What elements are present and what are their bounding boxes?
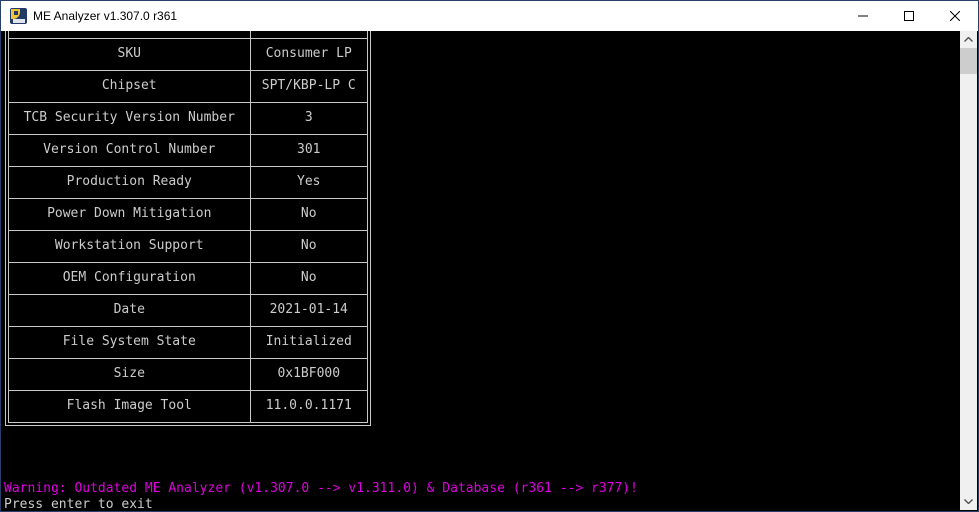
firmware-info-table: SKU Consumer LP Chipset SPT/KBP-LP C TCB Sec… (5, 31, 371, 426)
app-window: ME Analyzer v1.307.0 r361 SKU Consumer L… (0, 0, 979, 512)
table-row: Workstation Support No (9, 229, 367, 263)
table-cell-value: 0x1BF000 (249, 357, 367, 391)
table-cell-label: Workstation Support (9, 229, 251, 263)
table-cell-value: No (249, 229, 367, 263)
console-output: SKU Consumer LP Chipset SPT/KBP-LP C TCB Sec… (2, 31, 960, 510)
maximize-button[interactable] (886, 1, 932, 31)
table-cell-value (249, 31, 367, 39)
table-cell-label: Size (9, 357, 251, 391)
table-row-partial (9, 31, 367, 39)
title-bar: ME Analyzer v1.307.0 r361 (1, 1, 978, 31)
chevron-up-icon (964, 37, 973, 42)
minimize-button[interactable] (840, 1, 886, 31)
table-cell-label: OEM Configuration (9, 261, 251, 295)
table-row: OEM Configuration No (9, 261, 367, 295)
table-row: SKU Consumer LP (9, 37, 367, 71)
table-cell-value: Consumer LP (249, 37, 367, 71)
table-cell-label: Date (9, 293, 251, 327)
scroll-up-button[interactable] (960, 31, 977, 48)
close-icon (950, 11, 960, 21)
warning-line-1: Warning: Outdated ME Analyzer (v1.307.0 … (4, 481, 638, 496)
table-cell-value: 11.0.0.1171 (249, 389, 367, 422)
maximize-icon (904, 11, 914, 21)
window-controls (840, 1, 978, 31)
table-cell-label: SKU (9, 37, 251, 71)
table-row: TCB Security Version Number 3 (9, 101, 367, 135)
table-cell-value: 3 (249, 101, 367, 135)
table-cell-label: Version Control Number (9, 133, 251, 167)
table-cell-label: Flash Image Tool (9, 389, 251, 422)
window-title: ME Analyzer v1.307.0 r361 (33, 9, 178, 23)
table-cell-label: TCB Security Version Number (9, 101, 251, 135)
app-icon (10, 8, 27, 24)
app-icon-notch (14, 11, 18, 15)
table-cell-label: Production Ready (9, 165, 251, 199)
table-cell-value: Yes (249, 165, 367, 199)
table-cell-label: Chipset (9, 69, 251, 103)
table-row: Flash Image Tool 11.0.0.1171 (9, 389, 367, 422)
table-cell-value: 301 (249, 133, 367, 167)
table-cell-value: Initialized (249, 325, 367, 359)
table-row: Chipset SPT/KBP-LP C (9, 69, 367, 103)
table-cell-label: Power Down Mitigation (9, 197, 251, 231)
exit-prompt: Press enter to exit (4, 497, 153, 510)
table-cell-label (9, 31, 251, 39)
table-row: Version Control Number 301 (9, 133, 367, 167)
scrollbar-thumb[interactable] (960, 48, 977, 74)
table-cell-value: SPT/KBP-LP C (249, 69, 367, 103)
scroll-down-button[interactable] (960, 493, 977, 510)
table-row: Power Down Mitigation No (9, 197, 367, 231)
app-icon-base (13, 19, 25, 23)
table-row: Date 2021-01-14 (9, 293, 367, 327)
table-cell-value: No (249, 197, 367, 231)
table-row: Production Ready Yes (9, 165, 367, 199)
table-cell-value: No (249, 261, 367, 295)
vertical-scrollbar[interactable] (960, 31, 977, 510)
table-cell-value: 2021-01-14 (249, 293, 367, 327)
table-row: File System State Initialized (9, 325, 367, 359)
table-cell-label: File System State (9, 325, 251, 359)
table-row: Size 0x1BF000 (9, 357, 367, 391)
minimize-icon (858, 15, 868, 17)
chevron-down-icon (964, 499, 973, 504)
close-button[interactable] (932, 1, 978, 31)
